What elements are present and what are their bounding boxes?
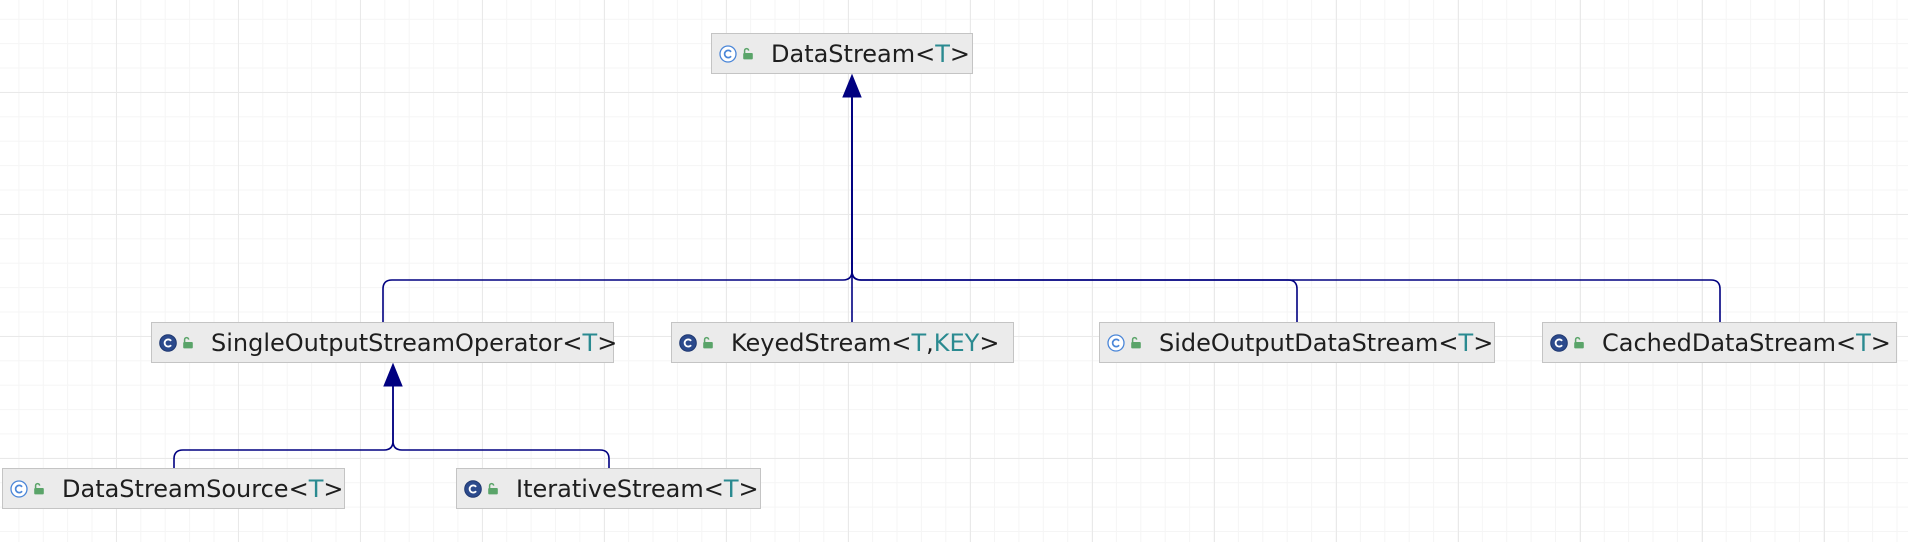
node-iterativestream[interactable]: IterativeStream < T > [456, 468, 761, 509]
edge-cached-to-datastream [851, 97, 1721, 322]
type-parameter: T [1856, 328, 1871, 357]
node-datastream[interactable]: DataStream < T > [711, 33, 973, 74]
inheritance-arrowhead-datastream [842, 73, 862, 98]
type-parameter: KEY [933, 328, 980, 357]
edge-source-to-singleoutput [173, 386, 394, 468]
generic-open: < [1836, 328, 1857, 357]
class-hierarchy-diagram: DataStream < T > SingleOutputStreamOperator… [0, 0, 1908, 542]
inheritance-edges [173, 73, 1721, 468]
public-lock-icon [34, 482, 44, 495]
class-icon [679, 333, 697, 352]
edge-iterative-to-singleoutput [392, 386, 610, 468]
public-lock-icon [183, 336, 193, 349]
node-keyedstream[interactable]: KeyedStream < T, KEY > [671, 322, 1014, 363]
node-datastreamsource[interactable]: DataStreamSource < T > [2, 468, 345, 509]
public-lock-icon [1574, 336, 1584, 349]
type-parameter: T [582, 328, 598, 357]
node-sideoutputdatastream[interactable]: SideOutputDataStream < T > [1099, 322, 1495, 363]
type-parameter: T [935, 39, 950, 68]
generic-close: > [323, 474, 344, 503]
generic-close: > [1473, 328, 1494, 357]
public-lock-icon [743, 47, 753, 60]
node-singleoutputstreamoperator-label: SingleOutputStreamOperator < T > [211, 329, 617, 357]
class-icon [464, 479, 482, 498]
node-cacheddatastream-label: CachedDataStream < T > [1602, 329, 1891, 357]
public-lock-icon [703, 336, 713, 349]
class-icon [1107, 333, 1125, 352]
generic-open: < [1438, 328, 1459, 357]
generic-open: < [703, 474, 724, 503]
public-lock-icon [488, 482, 498, 495]
class-name: DataStreamSource [62, 474, 289, 503]
node-datastream-label: DataStream < T > [771, 40, 970, 68]
generic-open: < [288, 474, 309, 503]
edge-singleoutput-to-datastream [382, 97, 853, 322]
class-icon [10, 479, 28, 498]
class-name: DataStream [771, 39, 916, 68]
param-separator: , [926, 328, 934, 357]
type-parameter: T [1458, 328, 1474, 357]
type-parameter: T [723, 474, 739, 503]
class-icon [719, 44, 737, 63]
node-datastreamsource-label: DataStreamSource < T > [62, 475, 343, 503]
generic-open: < [915, 39, 936, 68]
class-name: CachedDataStream [1602, 328, 1837, 357]
inheritance-arrowhead-singleoutput [383, 362, 403, 387]
generic-close: > [597, 328, 618, 357]
generic-close: > [979, 328, 1000, 357]
node-singleoutputstreamoperator[interactable]: SingleOutputStreamOperator < T > [151, 322, 617, 363]
generic-close: > [949, 39, 971, 68]
class-name: IterativeStream [516, 474, 704, 503]
class-name: KeyedStream [731, 328, 892, 357]
node-sideoutputdatastream-label: SideOutputDataStream < T > [1159, 329, 1493, 357]
node-cacheddatastream[interactable]: CachedDataStream < T > [1542, 322, 1897, 363]
class-icon [1550, 333, 1568, 352]
generic-open: < [891, 328, 912, 357]
type-parameter: T [308, 474, 324, 503]
public-lock-icon [1131, 336, 1141, 349]
node-iterativestream-label: IterativeStream < T > [516, 475, 759, 503]
type-parameter: T [911, 328, 927, 357]
node-keyedstream-label: KeyedStream < T, KEY > [731, 329, 999, 357]
generic-close: > [738, 474, 759, 503]
generic-open: < [562, 328, 583, 357]
class-name: SideOutputDataStream [1159, 328, 1439, 357]
edge-sideoutput-to-datastream [851, 97, 1298, 322]
class-icon [159, 333, 177, 352]
generic-close: > [1870, 328, 1891, 357]
class-name: SingleOutputStreamOperator [211, 328, 563, 357]
